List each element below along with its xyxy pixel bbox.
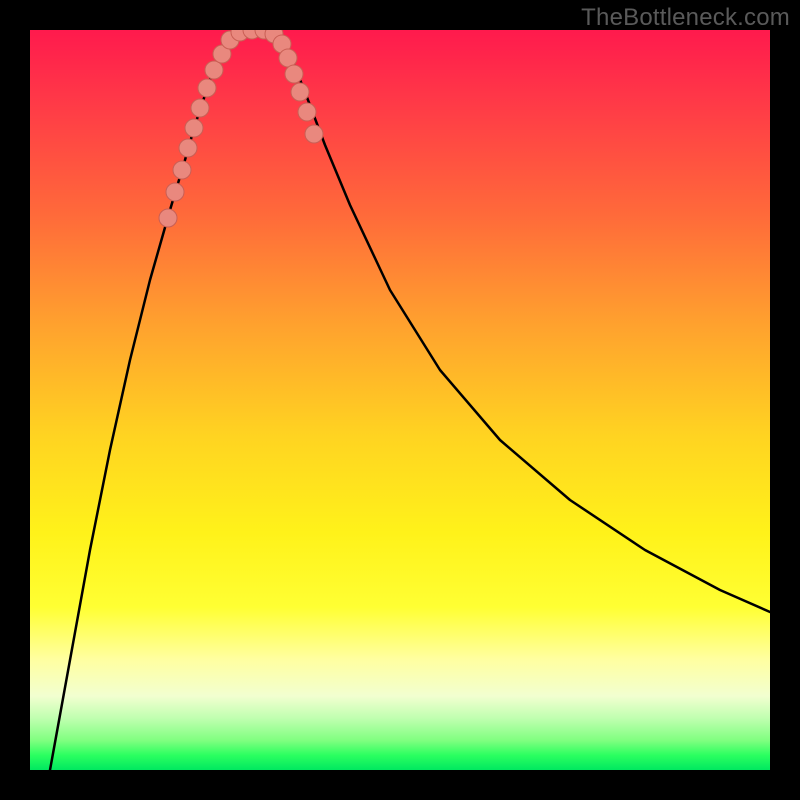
curve-svg xyxy=(30,30,770,770)
bottleneck-curve-path xyxy=(50,30,770,770)
highlight-dots xyxy=(159,30,323,227)
highlight-dot xyxy=(198,79,216,97)
highlight-dot xyxy=(279,49,297,67)
highlight-dot xyxy=(173,161,191,179)
highlight-dot xyxy=(298,103,316,121)
highlight-dot xyxy=(166,183,184,201)
watermark-text: TheBottleneck.com xyxy=(581,4,790,32)
highlight-dot xyxy=(185,119,203,137)
highlight-dot xyxy=(291,83,309,101)
highlight-dot xyxy=(159,209,177,227)
highlight-dot xyxy=(205,61,223,79)
highlight-dot xyxy=(191,99,209,117)
chart-frame: TheBottleneck.com xyxy=(0,0,800,800)
highlight-dot xyxy=(179,139,197,157)
plot-area xyxy=(30,30,770,770)
highlight-dot xyxy=(285,65,303,83)
bottleneck-curve xyxy=(50,30,770,770)
highlight-dot xyxy=(305,125,323,143)
